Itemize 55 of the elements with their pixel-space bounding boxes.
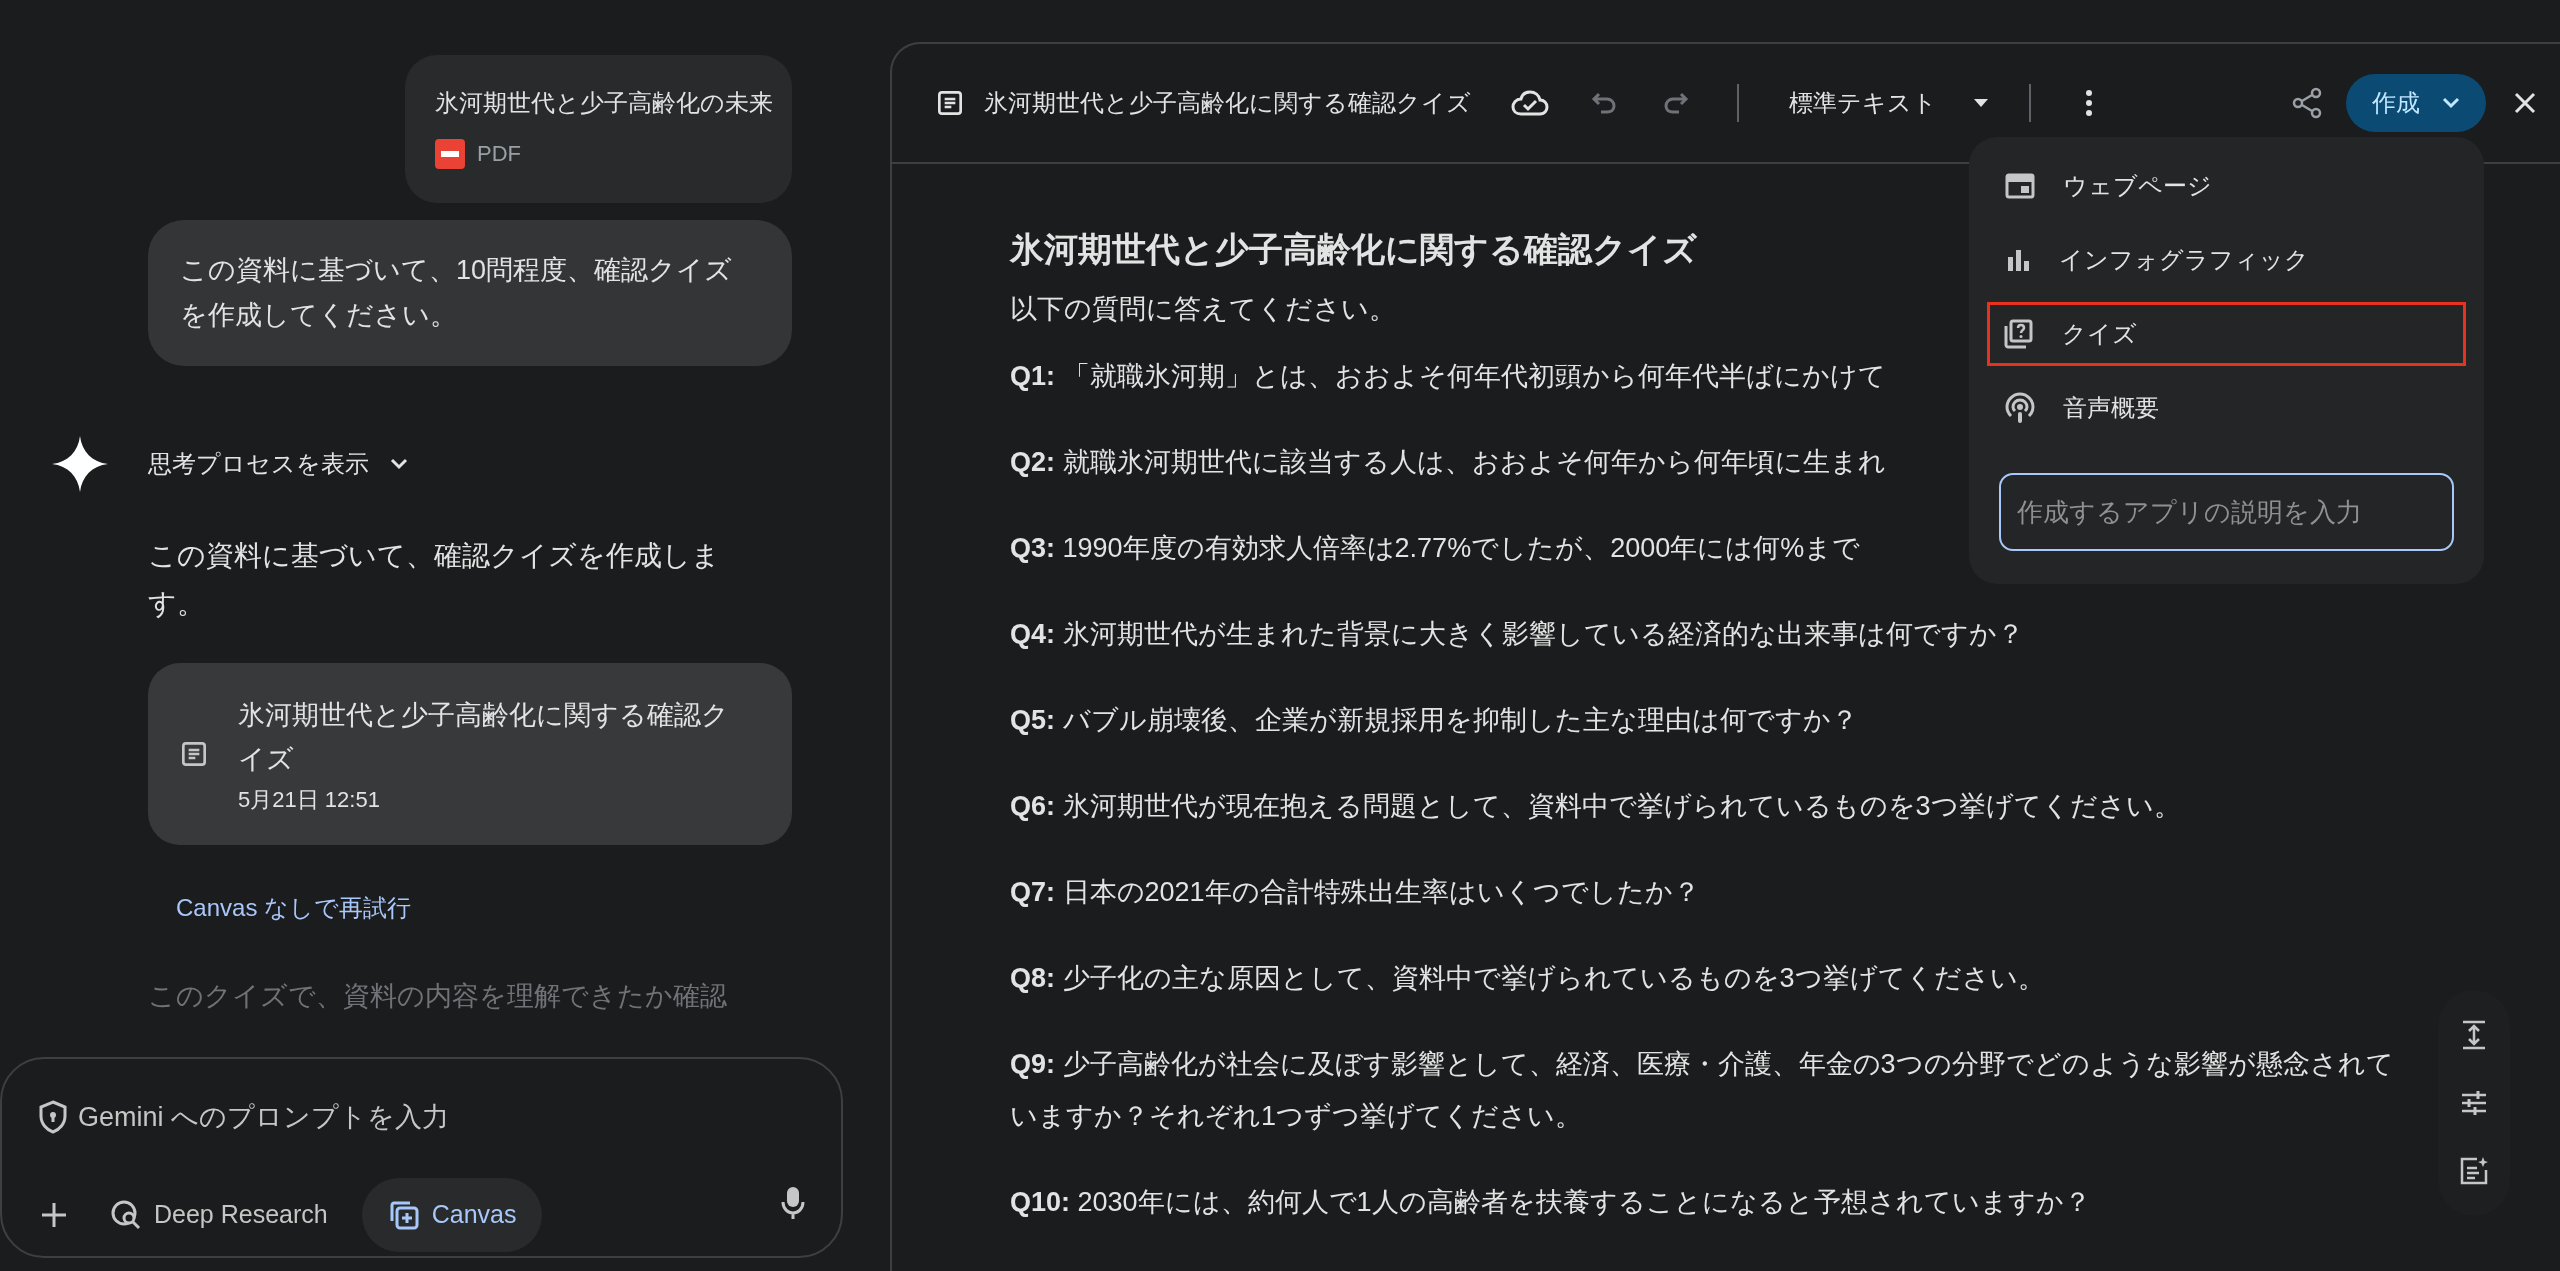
file-type: PDF: [477, 140, 521, 168]
canvas-card-title: 氷河期世代と少子高齢化に関する確認クイズ: [238, 698, 730, 776]
file-name: 氷河期世代と少子高齢化の未来: [435, 88, 774, 118]
share-icon[interactable]: [2292, 87, 2322, 119]
quiz-question: Q10: 2030年には、約何人で1人の高齢者を扶養することになると予想されていますか？: [1010, 1185, 2091, 1219]
quiz-question: Q7: 日本の2021年の合計特殊出生率はいくつでしたか？: [1010, 875, 1700, 909]
microphone-icon[interactable]: [781, 1186, 805, 1220]
podcast-icon: [2005, 392, 2035, 424]
app-description-input[interactable]: 作成するアプリの説明を入力: [1999, 473, 2454, 551]
user-message: この資料に基づいて、10問程度、確認クイズを作成してください。: [148, 220, 792, 366]
quiz-question: Q9: 少子高齢化が社会に及ぼす影響として、経済、医療・介護、年金の3つの分野でどのような影響が懸念されていますか？それぞれ1つずつ挙げてください。: [1010, 1047, 2395, 1133]
bar-chart-icon: [2005, 247, 2031, 273]
quiz-question: Q6: 氷河期世代が現在抱える問題として、資料中で挙げられているものを3つ挙げてください。: [1010, 789, 2181, 823]
quiz-question: Q2: 就職氷河期世代に該当する人は、おおよそ何年から何年頃に生まれ: [1010, 445, 1886, 479]
notes-sparkle-icon[interactable]: [2459, 1156, 2489, 1186]
quiz-icon: [2002, 318, 2034, 350]
tool-button[interactable]: Canvas: [361, 1177, 543, 1252]
show-thinking-button[interactable]: 思考プロセスを表示: [148, 446, 411, 482]
redo-icon[interactable]: [1663, 92, 1689, 114]
canvas-card-date: 5月21日 12:51: [238, 785, 381, 814]
globe-search-icon: [110, 1198, 142, 1231]
canvas-card[interactable]: 氷河期世代と少子高齢化に関する確認クイズ 5月21日 12:51: [148, 663, 792, 845]
retry-link[interactable]: Canvas なしで再試行: [176, 890, 412, 926]
document-heading: 氷河期世代と少子高齢化に関する確認クイズ: [1010, 229, 1697, 270]
create-button[interactable]: 作成: [2346, 74, 2486, 132]
close-icon[interactable]: [2514, 92, 2536, 114]
prompt-input[interactable]: Gemini へのプロンプトを入力: [78, 1097, 778, 1138]
quiz-question: Q4: 氷河期世代が生まれた背景に大きく影響している経済的な出来事は何ですか？: [1010, 617, 2024, 651]
quiz-question: Q8: 少子化の主な原因として、資料中で挙げられているものを3つ挙げてください。: [1010, 961, 2045, 995]
plus-icon: [40, 1200, 68, 1229]
text-style-dropdown[interactable]: 標準テキスト: [1789, 85, 1989, 121]
menu-item[interactable]: ウェブページ: [1987, 154, 2466, 218]
quiz-question: Q1: 「就職氷河期」とは、おおよそ何年代初頭から何年代半ばにかけて: [1010, 359, 1886, 393]
tool-button[interactable]: Deep Research: [96, 1177, 342, 1252]
caret-icon: [1973, 98, 1989, 108]
shield-icon: [38, 1100, 68, 1135]
sliders-icon[interactable]: [2460, 1090, 2488, 1116]
webpage-icon: [2005, 173, 2035, 199]
menu-item[interactable]: インフォグラフィック: [1987, 228, 2466, 292]
more-icon[interactable]: [2085, 89, 2093, 117]
expand-icon[interactable]: [2460, 1020, 2488, 1050]
menu-item[interactable]: クイズ: [1987, 302, 2466, 366]
response-text: この資料に基づいて、確認クイズを作成します。: [148, 539, 721, 621]
canvas-title: 氷河期世代と少子高齢化に関する確認クイズ: [984, 88, 1471, 118]
undo-icon[interactable]: [1591, 92, 1617, 114]
document-intro: 以下の質問に答えてください。: [1010, 293, 1397, 326]
sparkle-icon: [52, 436, 108, 492]
quiz-question: Q3: 1990年度の有効求人倍率は2.77%でしたが、2000年には何%まで: [1010, 531, 1861, 565]
response-text: このクイズで、資料の内容を理解できたか確認: [148, 980, 728, 1013]
quiz-question: Q5: バブル崩壊後、企業が新規採用を抑制した主な理由は何ですか？: [1010, 703, 1858, 737]
pdf-icon: [435, 138, 465, 169]
cloud-icon[interactable]: [1511, 89, 1549, 117]
chevron-icon: [2442, 97, 2460, 109]
menu-item[interactable]: 音声概要: [1987, 376, 2466, 440]
file-attachment[interactable]: 氷河期世代と少子高齢化の未来 PDF: [405, 55, 792, 203]
